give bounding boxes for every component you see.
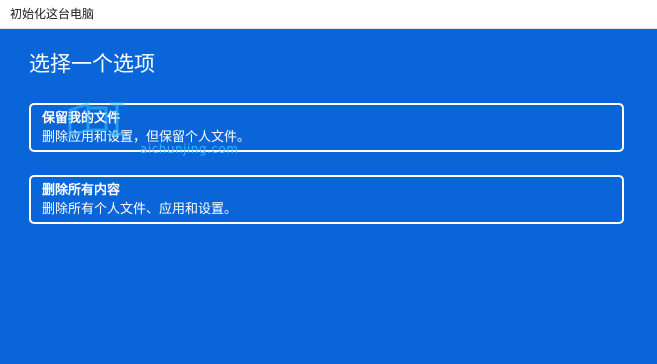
option-title: 删除所有内容 <box>42 183 121 198</box>
keep-my-files-option[interactable]: 保留我的文件 删除应用和设置，但保留个人文件。 <box>29 103 624 152</box>
window-title: 初始化这台电脑 <box>10 7 95 21</box>
option-description: 删除所有个人文件、应用和设置。 <box>42 202 238 217</box>
option-description: 删除应用和设置，但保留个人文件。 <box>42 130 251 145</box>
remove-everything-option[interactable]: 删除所有内容 删除所有个人文件、应用和设置。 <box>29 175 624 224</box>
title-bar[interactable]: 初始化这台电脑 <box>0 0 657 29</box>
dialog-content: 选择一个选项 保留我的文件 删除应用和设置，但保留个人文件。 删除所有内容 删除… <box>5 29 657 364</box>
page-title: 选择一个选项 <box>29 52 155 76</box>
reset-pc-window: 初始化这台电脑 选择一个选项 保留我的文件 删除应用和设置，但保留个人文件。 删… <box>0 0 657 364</box>
option-title: 保留我的文件 <box>42 111 121 126</box>
